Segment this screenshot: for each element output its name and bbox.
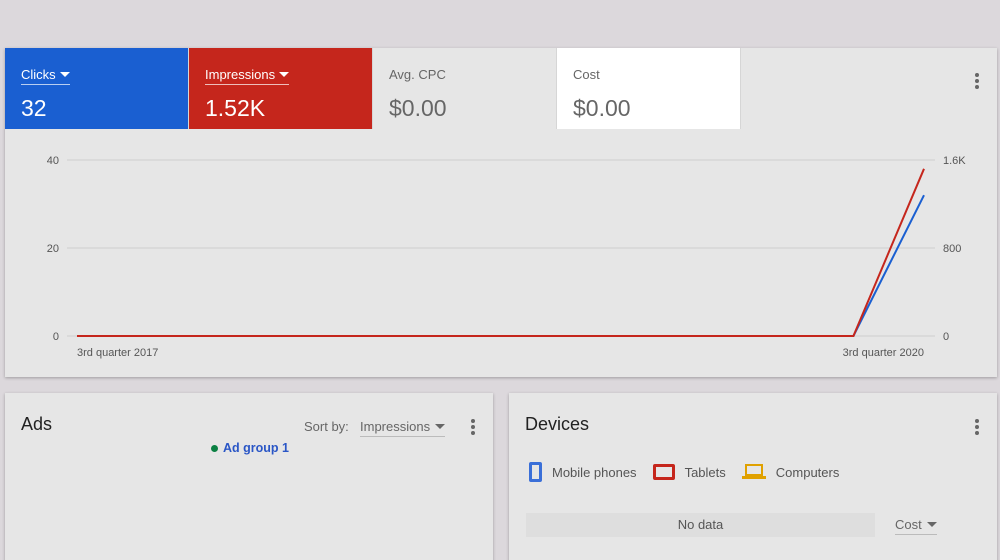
- y-left-tick-label: 20: [47, 243, 59, 255]
- sort-select[interactable]: Impressions: [360, 419, 446, 437]
- performance-chart: 0 20 40 0 800 1.6K 3rd quarter 2017 3rd quarter…: [47, 155, 967, 359]
- dropdown-arrow-icon: [435, 424, 446, 429]
- dropdown-arrow-icon: [279, 72, 290, 77]
- devices-title: Devices: [525, 414, 590, 434]
- metric-select-impressions[interactable]: Impressions: [205, 67, 290, 85]
- y-left-tick-label: 0: [53, 331, 59, 343]
- sort-label: Sort by:: [304, 419, 349, 434]
- scorecards: Clicks 32 Impressions 1.52K Avg. CPC $0.…: [5, 48, 741, 129]
- dropdown-arrow-icon: [926, 522, 937, 527]
- dropdown-arrow-icon: [59, 72, 70, 77]
- series-line-impressions: [77, 168, 925, 337]
- legend-label: Mobile phones: [552, 464, 637, 480]
- legend-item-tablets: Tablets: [652, 464, 726, 480]
- y-right-tick-label: 0: [943, 331, 949, 343]
- legend-label: Tablets: [684, 464, 726, 480]
- series-line-clicks: [77, 194, 925, 337]
- scorecard-impressions[interactable]: Impressions 1.52K: [189, 48, 373, 129]
- metric-value: $0.00: [389, 95, 447, 121]
- legend-label: Computers: [775, 464, 840, 480]
- metric-label: Clicks: [21, 67, 56, 82]
- devices-card: Devices Mobile phones Tablets Computers …: [509, 393, 997, 560]
- devices-legend: Mobile phones Tablets Computers: [529, 462, 855, 482]
- x-tick-label: 3rd quarter 2017: [77, 347, 158, 359]
- metric-value: $0.00: [573, 95, 631, 121]
- more-vert-icon[interactable]: [969, 71, 985, 91]
- ads-title: Ads: [21, 414, 53, 434]
- more-vert-icon[interactable]: [969, 417, 985, 437]
- y-right-tick-label: 1.6K: [943, 155, 966, 167]
- metric-select-clicks[interactable]: Clicks: [21, 67, 70, 85]
- metric-label: Avg. CPC: [389, 67, 446, 82]
- overview-card: Clicks 32 Impressions 1.52K Avg. CPC $0.…: [5, 48, 997, 377]
- metric-value: 1.52K: [205, 95, 266, 121]
- mobile-phone-icon: [529, 462, 542, 482]
- ads-card: Ads Sort by: Impressions Ad group 1: [5, 393, 493, 560]
- metric-select[interactable]: Cost: [895, 517, 937, 535]
- no-data-bar: No data: [526, 513, 875, 537]
- scorecard-clicks[interactable]: Clicks 32: [5, 48, 189, 129]
- ad-group-name: Ad group 1: [223, 441, 289, 455]
- metric-value: 32: [21, 95, 47, 121]
- metric-select-value: Cost: [895, 517, 922, 532]
- sort-value: Impressions: [360, 419, 431, 434]
- more-vert-icon[interactable]: [465, 417, 481, 437]
- scorecard-avg-cpc[interactable]: Avg. CPC $0.00: [373, 48, 557, 129]
- y-left-tick-label: 40: [47, 155, 59, 167]
- status-dot-icon: [211, 444, 218, 452]
- ad-group-link[interactable]: Ad group 1: [211, 441, 289, 455]
- legend-item-mobile: Mobile phones: [529, 462, 637, 482]
- legend-item-computers: Computers: [741, 464, 840, 480]
- metric-label: Impressions: [205, 67, 276, 82]
- metric-label: Cost: [573, 67, 600, 82]
- y-right-tick-label: 800: [943, 243, 961, 255]
- scorecard-cost[interactable]: Cost $0.00: [557, 48, 741, 129]
- x-tick-label: 3rd quarter 2020: [843, 347, 924, 359]
- tablet-icon: [652, 464, 675, 480]
- computer-icon: [741, 464, 766, 480]
